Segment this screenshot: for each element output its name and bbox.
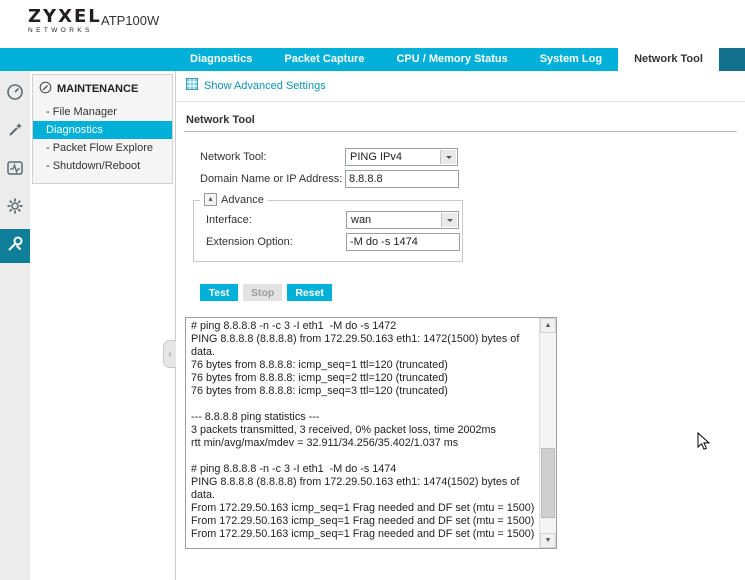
console-output-text: # ping 8.8.8.8 -n -c 3 -I eth1 -M do -s …	[191, 320, 537, 546]
advance-fieldset: ▴ Advance Interface: wan Extension Optio…	[193, 200, 463, 262]
tab-packet-capture[interactable]: Packet Capture	[268, 48, 380, 71]
chevron-down-icon[interactable]	[441, 213, 457, 227]
tab-system-log[interactable]: System Log	[524, 48, 618, 71]
domain-label: Domain Name or IP Address:	[200, 173, 345, 185]
maintenance-menu-title: MAINTENANCE	[57, 83, 138, 95]
advanced-settings-bar: Show Advanced Settings	[176, 71, 745, 102]
network-tool-select[interactable]: PING IPv4	[345, 148, 458, 166]
sidebar-item-diagnostics[interactable]: Diagnostics	[33, 121, 172, 139]
nav-spacer	[0, 48, 174, 71]
wand-icon	[6, 121, 24, 144]
main-content: Show Advanced Settings Network Tool Netw…	[176, 71, 745, 580]
sidebar-item-shutdown-reboot[interactable]: - Shutdown/Reboot	[33, 157, 172, 175]
stop-button[interactable]: Stop	[243, 284, 282, 301]
form-row-network-tool: Network Tool: PING IPv4	[200, 146, 745, 168]
collapse-toggle-icon[interactable]: ▴	[204, 193, 217, 206]
network-tool-form: Network Tool: PING IPv4 Domain Name or I…	[176, 132, 745, 549]
maintenance-menu: MAINTENANCE - File Manager Diagnostics -…	[32, 74, 173, 184]
chevron-down-icon[interactable]	[440, 150, 456, 164]
console-scrollbar[interactable]: ▲ ▼	[539, 318, 556, 548]
sidebar-item-file-manager[interactable]: - File Manager	[33, 103, 172, 121]
sidebar-icon-monitor[interactable]	[0, 153, 30, 187]
test-button[interactable]: Test	[200, 284, 238, 301]
extension-option-label: Extension Option:	[194, 236, 346, 248]
sidebar-icon-configuration[interactable]	[0, 191, 30, 225]
maintenance-menu-header: MAINTENANCE	[33, 75, 172, 103]
form-row-domain: Domain Name or IP Address:	[200, 168, 745, 190]
interface-selected-value: wan	[351, 214, 371, 226]
left-icon-strip	[0, 71, 31, 580]
advance-legend-label: Advance	[221, 194, 264, 206]
tab-diagnostics[interactable]: Diagnostics	[174, 48, 268, 71]
tab-cpu-memory-status[interactable]: CPU / Memory Status	[380, 48, 523, 71]
tab-network-tool[interactable]: Network Tool	[618, 48, 719, 71]
top-header: ZYXEL NETWORKS ATP100W	[0, 0, 745, 48]
nav-fill-accent	[719, 48, 745, 71]
console-output-box[interactable]: # ping 8.8.8.8 -n -c 3 -I eth1 -M do -s …	[185, 317, 557, 549]
top-nav-bar: Diagnostics Packet Capture CPU / Memory …	[0, 48, 745, 71]
interface-select[interactable]: wan	[346, 211, 459, 229]
page-title: Network Tool	[184, 102, 737, 132]
scroll-up-arrow-icon[interactable]: ▲	[540, 318, 556, 333]
zyxel-logo-subtext: NETWORKS	[28, 28, 102, 35]
zyxel-admin-screen: ZYXEL NETWORKS ATP100W Diagnostics Packe…	[0, 0, 745, 580]
form-row-interface: Interface: wan	[194, 209, 462, 231]
domain-input[interactable]	[345, 170, 459, 188]
sidebar-item-packet-flow-explore[interactable]: - Packet Flow Explore	[33, 139, 172, 157]
sidebar-collapse-handle[interactable]: ‹	[163, 340, 176, 368]
device-model-name: ATP100W	[101, 13, 159, 28]
sidebar-icon-wizard[interactable]	[0, 115, 30, 149]
maintenance-icon	[39, 81, 52, 97]
sidebar-icon-dashboard[interactable]	[0, 77, 30, 111]
action-buttons: Test Stop Reset	[176, 284, 745, 301]
scroll-down-arrow-icon[interactable]: ▼	[540, 533, 556, 548]
advance-legend: ▴ Advance	[200, 193, 268, 206]
zyxel-logo-text: ZYXEL	[28, 8, 102, 26]
gauge-icon	[6, 83, 24, 106]
gear-icon	[6, 197, 24, 220]
grid-icon	[186, 77, 198, 95]
interface-label: Interface:	[194, 214, 346, 226]
scrollbar-thumb[interactable]	[541, 448, 555, 518]
network-tool-selected-value: PING IPv4	[350, 151, 402, 163]
activity-icon	[6, 159, 24, 182]
tools-icon	[6, 235, 24, 258]
form-row-extension: Extension Option:	[194, 231, 462, 253]
reset-button[interactable]: Reset	[287, 284, 332, 301]
sidebar-panel: MAINTENANCE - File Manager Diagnostics -…	[30, 71, 176, 580]
extension-option-input[interactable]	[346, 233, 460, 251]
network-tool-label: Network Tool:	[200, 151, 345, 163]
show-advanced-settings-link[interactable]: Show Advanced Settings	[204, 80, 326, 92]
zyxel-logo: ZYXEL NETWORKS	[28, 8, 102, 35]
sidebar-icon-maintenance[interactable]	[0, 229, 30, 263]
